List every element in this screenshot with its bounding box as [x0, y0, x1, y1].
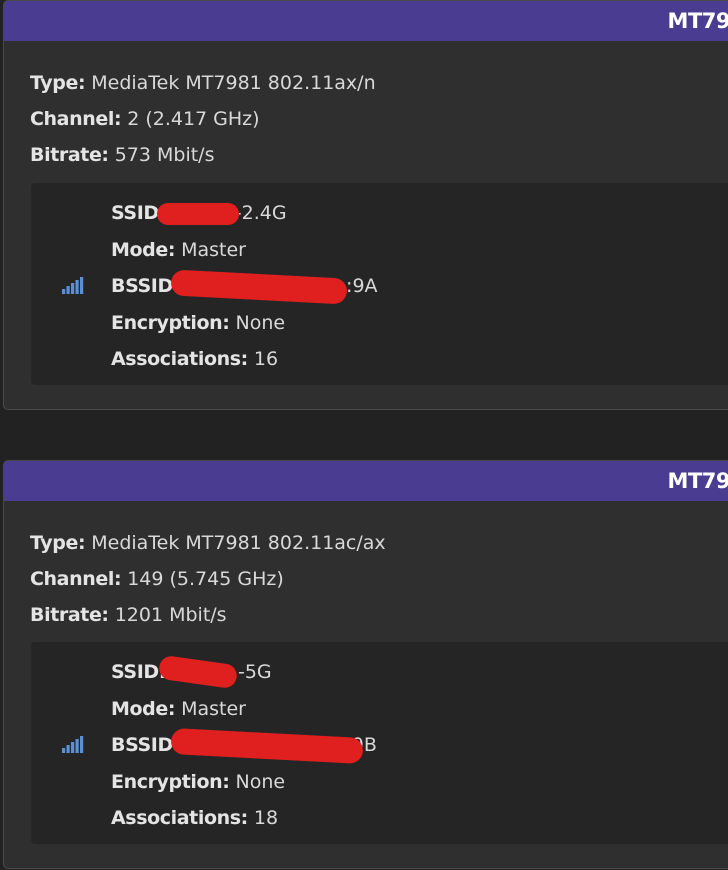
associations-row: Associations: 18: [111, 800, 377, 837]
associations-label: Associations:: [111, 807, 248, 829]
channel-value: 2 (2.417 GHz): [127, 108, 260, 130]
mode-label: Mode:: [111, 238, 176, 261]
ssid-row: SSID -2.4G: [111, 195, 378, 232]
bitrate-row: Bitrate: 1201 Mbit/s: [30, 597, 728, 633]
associations-value: 18: [253, 807, 279, 829]
channel-row: Channel: 149 (5.745 GHz): [30, 561, 728, 597]
ssid-label: SSID:: [111, 661, 166, 683]
network-box: SSID -2.4G Mode: Master BSSID: :9A Encrypt…: [31, 183, 728, 385]
bitrate-value: 1201 Mbit/s: [114, 604, 227, 626]
channel-value: 149 (5.745 GHz): [127, 568, 284, 590]
channel-label: Channel:: [30, 108, 122, 130]
encryption-value: None: [235, 311, 286, 334]
channel-label: Channel:: [30, 568, 122, 590]
bssid-value: :9A: [346, 275, 378, 297]
type-label: Type:: [30, 532, 86, 554]
radio-info: Type: MediaTek MT7981 802.11ac/ax Channe…: [4, 501, 728, 633]
encryption-row: Encryption: None: [111, 764, 377, 801]
network-details: SSID -2.4G Mode: Master BSSID: :9A Encrypt…: [111, 195, 378, 378]
bitrate-value: 573 Mbit/s: [114, 144, 215, 166]
network-details: SSID: -5G Mode: Master BSSID:4C:9B Encryp…: [111, 654, 377, 837]
ssid-row: SSID: -5G: [111, 654, 377, 691]
channel-row: Channel: 2 (2.417 GHz): [30, 101, 728, 137]
associations-row: Associations: 16: [111, 341, 378, 378]
ssid-label: SSID: [111, 202, 159, 224]
associations-label: Associations:: [111, 348, 248, 370]
mode-row: Mode: Master: [111, 232, 378, 269]
bssid-label: BSSID:: [111, 275, 181, 297]
ssid-value: -2.4G: [234, 202, 287, 224]
mode-value: Master: [181, 697, 246, 720]
ssid-value: -5G: [237, 661, 272, 683]
type-value: MediaTek MT7981 802.11ax/n: [91, 72, 376, 94]
radio-card-header: MT79: [4, 1, 728, 41]
bssid-label: BSSID:: [111, 734, 181, 756]
encryption-row: Encryption: None: [111, 305, 378, 342]
radio-title: MT79: [667, 9, 728, 33]
encryption-value: None: [235, 770, 286, 793]
bssid-row: BSSID: :9A: [111, 268, 378, 305]
mode-label: Mode:: [111, 697, 176, 720]
radio-card-1: MT79 Type: MediaTek MT7981 802.11ax/n Ch…: [3, 0, 728, 410]
type-row: Type: MediaTek MT7981 802.11ac/ax: [30, 525, 728, 561]
signal-icon: [62, 277, 84, 294]
radio-title: MT79: [667, 469, 728, 493]
redaction-mark: [170, 269, 348, 305]
bitrate-label: Bitrate:: [30, 144, 109, 166]
radio-card-2: MT79 Type: MediaTek MT7981 802.11ac/ax C…: [3, 460, 728, 869]
signal-icon: [62, 736, 84, 753]
mode-row: Mode: Master: [111, 691, 377, 728]
type-label: Type:: [30, 72, 86, 94]
type-value: MediaTek MT7981 802.11ac/ax: [91, 532, 386, 554]
associations-value: 16: [253, 348, 279, 370]
bitrate-row: Bitrate: 573 Mbit/s: [30, 137, 728, 173]
mode-value: Master: [181, 238, 246, 261]
radio-info: Type: MediaTek MT7981 802.11ax/n Channel…: [4, 41, 728, 173]
encryption-label: Encryption:: [111, 311, 230, 334]
bssid-row: BSSID:4C:9B: [111, 727, 377, 765]
redaction-mark: [157, 203, 239, 225]
radio-card-header: MT79: [4, 461, 728, 501]
network-box: SSID: -5G Mode: Master BSSID:4C:9B Encryp…: [31, 642, 728, 844]
redaction-mark: [157, 654, 239, 690]
encryption-label: Encryption:: [111, 770, 230, 793]
type-row: Type: MediaTek MT7981 802.11ax/n: [30, 65, 728, 101]
bitrate-label: Bitrate:: [30, 604, 109, 626]
